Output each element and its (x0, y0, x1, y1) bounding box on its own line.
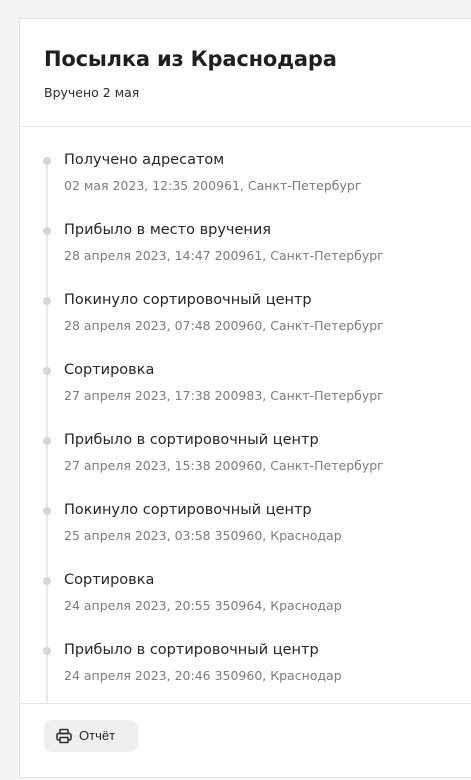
printer-icon (56, 728, 72, 744)
timeline-event: Покинуло сортировочный центр 25 апреля 2… (20, 477, 471, 547)
timeline-event: Прибыло в сортировочный центр 24 апреля … (20, 617, 471, 687)
timeline-dot (43, 507, 51, 515)
timeline-event: Сортировка 24 апреля 2023, 20:55 350964,… (20, 547, 471, 617)
timeline-dot (43, 647, 51, 655)
tracking-panel: Посылка из Краснодара Вручено 2 мая Полу… (19, 18, 471, 778)
event-status: Прибыло в сортировочный центр (64, 642, 319, 658)
timeline-event: Сортировка 27 апреля 2023, 17:38 200983,… (20, 337, 471, 407)
event-detail: 28 апреля 2023, 14:47 200961, Санкт-Пете… (64, 248, 384, 263)
event-status: Покинуло сортировочный центр (64, 502, 312, 518)
timeline-event: Прибыло в место вручения 28 апреля 2023,… (20, 197, 471, 267)
page-title: Посылка из Краснодара (44, 47, 337, 71)
event-status: Прибыло в место вручения (64, 222, 272, 238)
event-status: Сортировка (64, 362, 155, 378)
timeline-event: Получено адресатом 02 мая 2023, 12:35 20… (20, 127, 471, 197)
timeline-dot (43, 227, 51, 235)
event-status: Прибыло в сортировочный центр (64, 432, 319, 448)
delivery-status: Вручено 2 мая (44, 85, 140, 100)
event-detail: 27 апреля 2023, 15:38 200960, Санкт-Пете… (64, 458, 384, 473)
event-status: Получено адресатом (64, 152, 225, 168)
event-status: Сортировка (64, 572, 155, 588)
report-button[interactable]: Отчёт (44, 720, 138, 752)
event-detail: 24 апреля 2023, 20:55 350964, Краснодар (64, 598, 342, 613)
event-status: Покинуло сортировочный центр (64, 292, 312, 308)
timeline-dot (43, 577, 51, 585)
parcel-header: Посылка из Краснодара Вручено 2 мая (20, 19, 471, 127)
event-detail: 02 мая 2023, 12:35 200961, Санкт-Петербу… (64, 178, 362, 193)
event-detail: 25 апреля 2023, 03:58 350960, Краснодар (64, 528, 342, 543)
timeline-event: Покинуло сортировочный центр 28 апреля 2… (20, 267, 471, 337)
report-button-label: Отчёт (79, 728, 116, 743)
timeline-event: Прибыло в сортировочный центр 27 апреля … (20, 407, 471, 477)
timeline-dot (43, 437, 51, 445)
timeline-dot (43, 297, 51, 305)
event-detail: 28 апреля 2023, 07:48 200960, Санкт-Пете… (64, 318, 384, 333)
event-detail: 24 апреля 2023, 20:46 350960, Краснодар (64, 668, 342, 683)
timeline-dot (43, 367, 51, 375)
event-detail: 27 апреля 2023, 17:38 200983, Санкт-Пете… (64, 388, 384, 403)
timeline-dot (43, 157, 51, 165)
panel-footer: Отчёт (20, 703, 471, 780)
tracking-timeline: Получено адресатом 02 мая 2023, 12:35 20… (20, 127, 471, 703)
